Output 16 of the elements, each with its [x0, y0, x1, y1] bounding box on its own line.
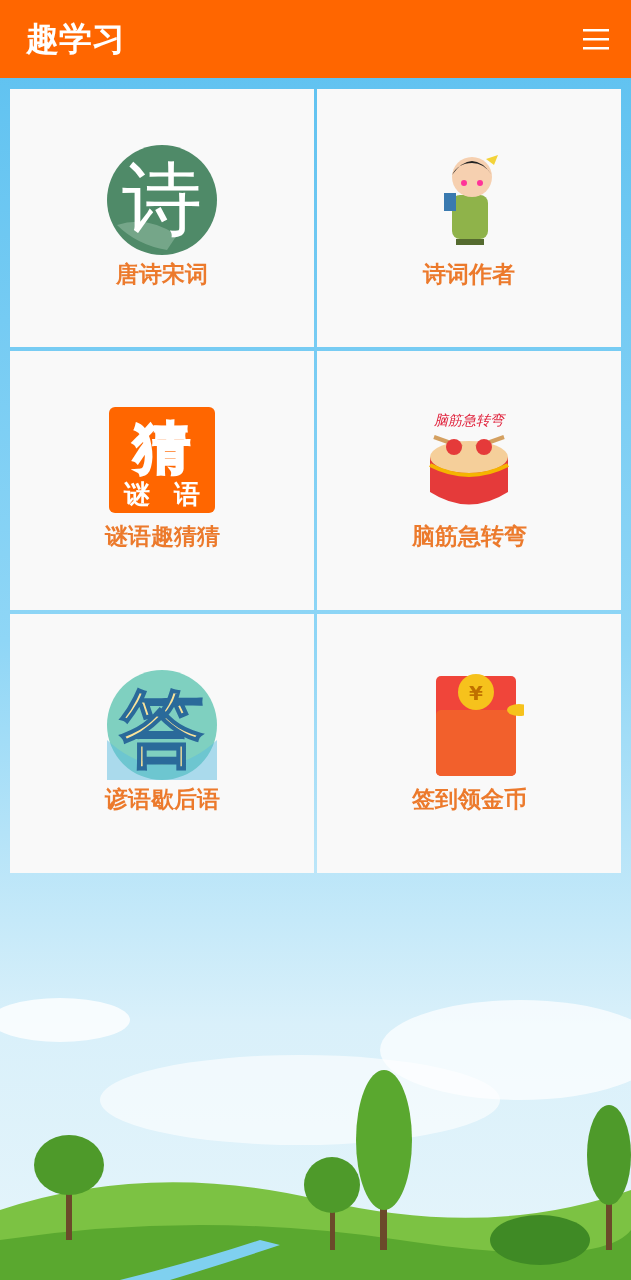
tile-label: 谚语歇后语	[104, 785, 220, 814]
app-title: 趣学习	[26, 17, 125, 60]
menu-tile[interactable]: 脑筋急转弯 脑筋急转弯	[317, 351, 621, 610]
menu-icon[interactable]	[583, 28, 609, 50]
menu-tile[interactable]: 诗词作者	[317, 89, 621, 347]
tile-label: 签到领金币	[411, 785, 527, 814]
menu-tile[interactable]: ¥ 签到领金币	[317, 614, 621, 873]
tile-label: 脑筋急转弯	[411, 522, 527, 551]
tile-label: 谜语趣猜猜	[104, 522, 220, 551]
answer-icon: 答	[107, 670, 217, 780]
tile-label: 唐诗宋词	[116, 260, 208, 289]
menu-tile[interactable]: 答 谚语歇后语	[10, 614, 314, 873]
menu-tile[interactable]: 猜 谜 语 谜语趣猜猜	[10, 351, 314, 610]
tile-label: 诗词作者	[423, 260, 515, 289]
menu-tile[interactable]: 诗 唐诗宋词	[10, 89, 314, 347]
poem-icon: 诗	[107, 145, 217, 255]
